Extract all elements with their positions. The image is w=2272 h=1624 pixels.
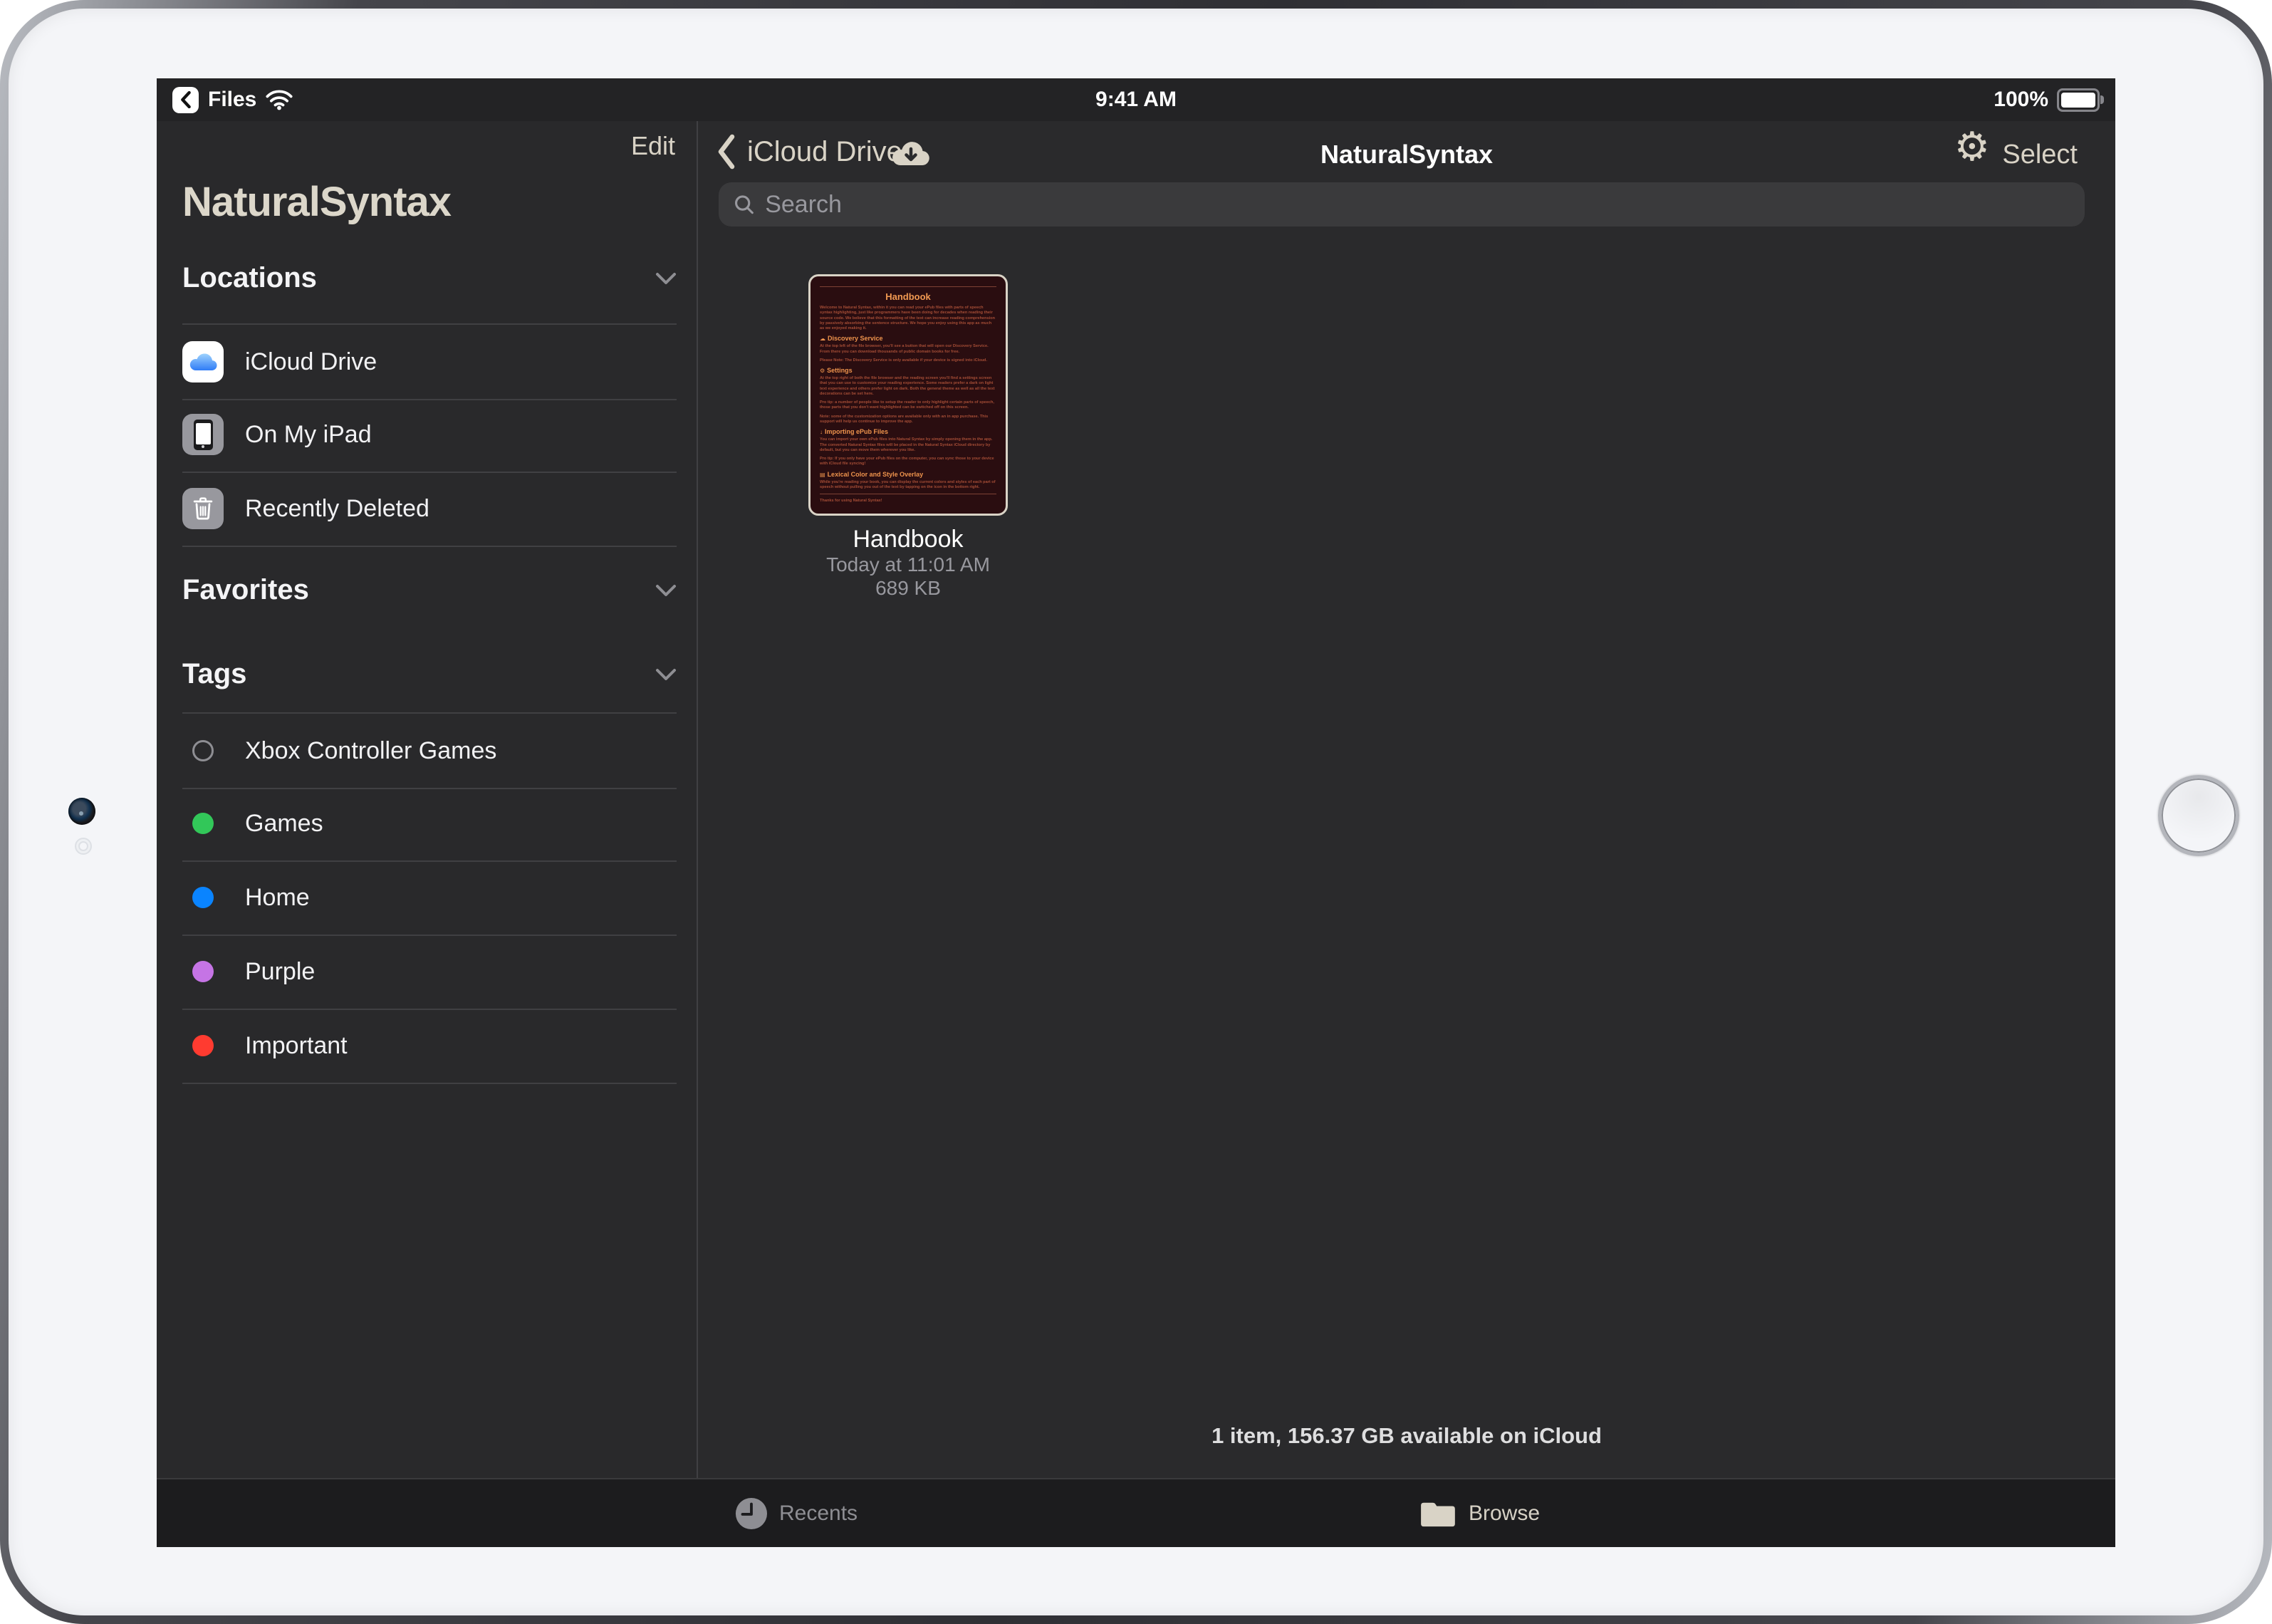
thumbnail-h2: ▤Lexical Color and Style Overlay — [820, 471, 996, 478]
thumbnail-p: You can import your own ePub files into … — [820, 437, 996, 453]
thumbnail-heading-icon: ▤ — [820, 472, 825, 478]
clock-icon — [735, 1497, 768, 1530]
tags-section-header[interactable]: Tags — [182, 658, 677, 690]
battery-icon — [2057, 88, 2100, 112]
thumbnail-h2: ⚙Settings — [820, 367, 996, 374]
icloud-drive-icon — [182, 341, 224, 382]
storage-status-text: 1 item, 156.37 GB available on iCloud — [698, 1423, 2115, 1449]
thumbnail-p: Pro tip: a number of people like to setu… — [820, 400, 996, 411]
cloud-download-button[interactable] — [889, 137, 932, 172]
thumbnail-heading-icon: ⚙ — [820, 368, 825, 374]
chevron-down-icon[interactable] — [655, 272, 677, 285]
content-header: iCloud Drive NaturalSyntax ⚙ Select — [698, 121, 2115, 189]
search-input[interactable] — [764, 190, 2070, 219]
screen: Files 9:41 AM 100% Edit NaturalSyntax — [157, 78, 2115, 1547]
thumbnail-rule — [820, 286, 996, 287]
sidebar-tag-purple[interactable]: Purple — [182, 935, 677, 1010]
tag-label: Purple — [245, 958, 315, 986]
sidebar-tag-games[interactable]: Games — [182, 786, 677, 862]
thumbnail-heading-icon: ↓ — [820, 429, 823, 435]
sidebar-item-recently-deleted[interactable]: Recently Deleted — [182, 472, 677, 547]
tab-label: Browse — [1469, 1501, 1540, 1526]
sidebar-tag-important[interactable]: Important — [182, 1009, 677, 1084]
tag-color-dot — [192, 887, 214, 908]
tag-label: Games — [245, 810, 323, 838]
wifi-icon — [266, 90, 293, 110]
cloud-download-icon — [889, 137, 932, 168]
content-pane: iCloud Drive NaturalSyntax ⚙ Select — [698, 121, 2115, 1478]
home-button[interactable] — [2158, 775, 2239, 856]
status-battery-group: 100% — [1994, 78, 2100, 121]
back-button-label: iCloud Drive — [747, 136, 902, 168]
tag-color-dot — [192, 813, 214, 834]
edit-button[interactable]: Edit — [631, 131, 675, 161]
select-button[interactable]: Select — [2002, 140, 2078, 170]
thumbnail-p: At the top left of the file browser, you… — [820, 344, 996, 355]
file-thumbnail-doc[interactable]: Handbook Welcome to Natural Syntax, withi… — [808, 274, 1008, 516]
chevron-down-icon[interactable] — [655, 584, 677, 597]
chevron-left-icon — [180, 91, 192, 108]
sidebar-item-label: On My iPad — [245, 421, 372, 449]
sidebar-item-icloud-drive[interactable]: iCloud Drive — [182, 323, 677, 400]
tag-color-dot — [192, 1035, 214, 1056]
sidebar-item-label: Recently Deleted — [245, 495, 429, 523]
thumbnail-title: Handbook — [820, 291, 996, 302]
back-to-files-breadcrumb[interactable]: Files — [172, 78, 293, 121]
status-time: 9:41 AM — [1095, 88, 1177, 112]
thumbnail-footer: Thanks for using Natural Syntax! — [820, 499, 996, 503]
sidebar-item-label: iCloud Drive — [245, 348, 377, 376]
sidebar: Edit NaturalSyntax Locations iCl — [157, 121, 697, 1478]
tag-color-dot — [192, 961, 214, 982]
ipad-device: Files 9:41 AM 100% Edit NaturalSyntax — [0, 0, 2272, 1624]
status-bar: Files 9:41 AM 100% — [157, 78, 2115, 121]
front-camera — [68, 798, 95, 825]
gear-icon: ⚙ — [1954, 124, 1990, 169]
search-bar[interactable] — [719, 182, 2085, 227]
sidebar-tag-xbox-controller-games[interactable]: Xbox Controller Games — [182, 712, 677, 789]
file-size: 689 KB — [766, 577, 1051, 600]
thumbnail-p: At the top right of both the file browse… — [820, 376, 996, 397]
sidebar-app-title: NaturalSyntax — [182, 178, 451, 226]
tag-label: Xbox Controller Games — [245, 737, 496, 765]
folder-icon — [1419, 1499, 1457, 1529]
file-name: Handbook — [766, 526, 1051, 553]
tab-label: Recents — [779, 1501, 858, 1526]
page-title: NaturalSyntax — [1320, 140, 1493, 170]
sidebar-tag-home[interactable]: Home — [182, 860, 677, 936]
back-button[interactable]: iCloud Drive — [717, 134, 902, 170]
favorites-section-header[interactable]: Favorites — [182, 574, 677, 606]
tag-label: Home — [245, 884, 310, 912]
back-to-app-label[interactable]: Files — [208, 88, 256, 112]
file-modified-date: Today at 11:01 AM — [766, 553, 1051, 576]
locations-section-header[interactable]: Locations — [182, 262, 677, 294]
chevron-left-icon — [717, 134, 736, 170]
favorites-header-label: Favorites — [182, 574, 309, 606]
thumbnail-heading-icon: ☁ — [820, 335, 825, 342]
tab-bar: Recents Browse — [157, 1478, 2115, 1547]
settings-button[interactable]: ⚙ — [1954, 127, 1990, 167]
back-to-app-badge[interactable] — [172, 87, 199, 113]
sidebar-item-on-my-ipad[interactable]: On My iPad — [182, 397, 677, 473]
light-sensor — [75, 838, 92, 855]
tag-label: Important — [245, 1032, 348, 1060]
search-icon — [733, 193, 755, 216]
thumbnail-p: Note: some of the customization options … — [820, 415, 996, 425]
tab-browse[interactable]: Browse — [1419, 1479, 1540, 1547]
chevron-down-icon[interactable] — [655, 668, 677, 681]
thumbnail-h2: ☁Discovery Service — [820, 335, 996, 342]
thumbnail-h2: ↓Importing ePub Files — [820, 428, 996, 435]
tab-recents[interactable]: Recents — [735, 1479, 858, 1547]
thumbnail-p: Please Note: The Discovery Service is on… — [820, 358, 996, 363]
tags-header-label: Tags — [182, 658, 246, 690]
thumbnail-p: Welcome to Natural Syntax, within it you… — [820, 306, 996, 331]
ipad-icon — [182, 414, 224, 455]
thumbnail-p: While you're reading your book, you can … — [820, 480, 996, 491]
battery-percent: 100% — [1994, 88, 2048, 112]
thumbnail-p: Pro tip: If you only have your ePub file… — [820, 457, 996, 467]
trash-icon — [182, 488, 224, 529]
locations-header-label: Locations — [182, 262, 317, 294]
tag-color-dot — [192, 740, 214, 761]
